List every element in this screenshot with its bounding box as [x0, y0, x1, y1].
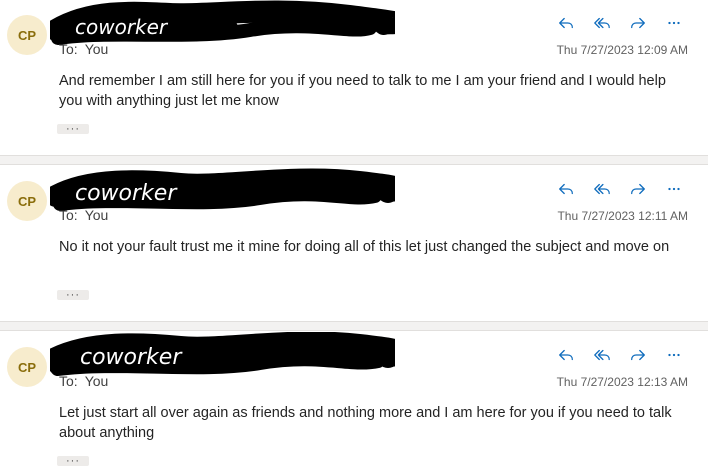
email-message: CP coworker coworker To:You Thu 7/27/202…	[0, 0, 708, 156]
avatar[interactable]: CP	[7, 15, 47, 55]
recipient-line: To: You	[59, 207, 108, 223]
message-body: Let just start all over again as friends…	[59, 405, 672, 441]
show-more-button[interactable]: ···	[57, 124, 89, 135]
message-divider	[0, 155, 708, 165]
forward-icon	[631, 17, 645, 29]
reply-button[interactable]	[548, 342, 584, 368]
forward-icon	[631, 349, 645, 361]
forward-button[interactable]	[620, 176, 656, 202]
message-divider	[0, 321, 708, 331]
forward-button[interactable]	[620, 10, 656, 36]
reply-all-button[interactable]	[584, 176, 620, 202]
reply-all-icon	[594, 349, 610, 361]
svg-text:coworker: coworker	[80, 345, 183, 370]
reply-all-icon	[594, 17, 610, 29]
timestamp: Thu 7/27/2023 12:13 AM	[556, 375, 688, 389]
reply-all-button[interactable]	[584, 342, 620, 368]
recipient-line: To: You	[59, 373, 108, 389]
message-actions	[548, 176, 692, 202]
more-icon	[668, 353, 680, 357]
reply-all-button[interactable]	[584, 10, 620, 36]
timestamp: Thu 7/27/2023 12:11 AM	[557, 209, 688, 223]
email-message: CP coworker coworker To:You Thu 7/27/202…	[0, 166, 708, 322]
recipient-line: To: You	[59, 41, 108, 57]
reply-icon	[559, 17, 573, 29]
reply-button[interactable]	[548, 10, 584, 36]
reply-icon	[559, 183, 573, 195]
recipient[interactable]: You	[85, 207, 109, 223]
more-actions-button[interactable]	[656, 342, 692, 368]
avatar[interactable]: CP	[7, 181, 47, 221]
avatar[interactable]: CP	[7, 347, 47, 387]
message-actions	[548, 342, 692, 368]
svg-text:coworker: coworker	[75, 15, 169, 39]
more-icon	[668, 187, 680, 191]
reply-all-icon	[594, 183, 610, 195]
email-message: CP coworker coworker To:You Thu 7/27/202…	[0, 332, 708, 475]
to-label: To:	[59, 373, 78, 389]
reply-button[interactable]	[548, 176, 584, 202]
show-more-button[interactable]: ···	[57, 456, 89, 467]
to-label: To:	[59, 207, 78, 223]
recipient[interactable]: You	[85, 373, 109, 389]
forward-icon	[631, 183, 645, 195]
recipient[interactable]: You	[85, 41, 109, 57]
message-body: No it not your fault trust me it mine fo…	[59, 239, 670, 255]
message-body: And remember I am still here for you if …	[59, 73, 666, 109]
show-more-button[interactable]: ···	[57, 290, 89, 301]
more-actions-button[interactable]	[656, 176, 692, 202]
to-label: To:	[59, 41, 78, 57]
timestamp: Thu 7/27/2023 12:09 AM	[556, 43, 688, 57]
message-actions	[548, 10, 692, 36]
reply-icon	[559, 349, 573, 361]
svg-text:coworker: coworker	[75, 181, 178, 206]
more-actions-button[interactable]	[656, 10, 692, 36]
forward-button[interactable]	[620, 342, 656, 368]
more-icon	[668, 21, 680, 25]
